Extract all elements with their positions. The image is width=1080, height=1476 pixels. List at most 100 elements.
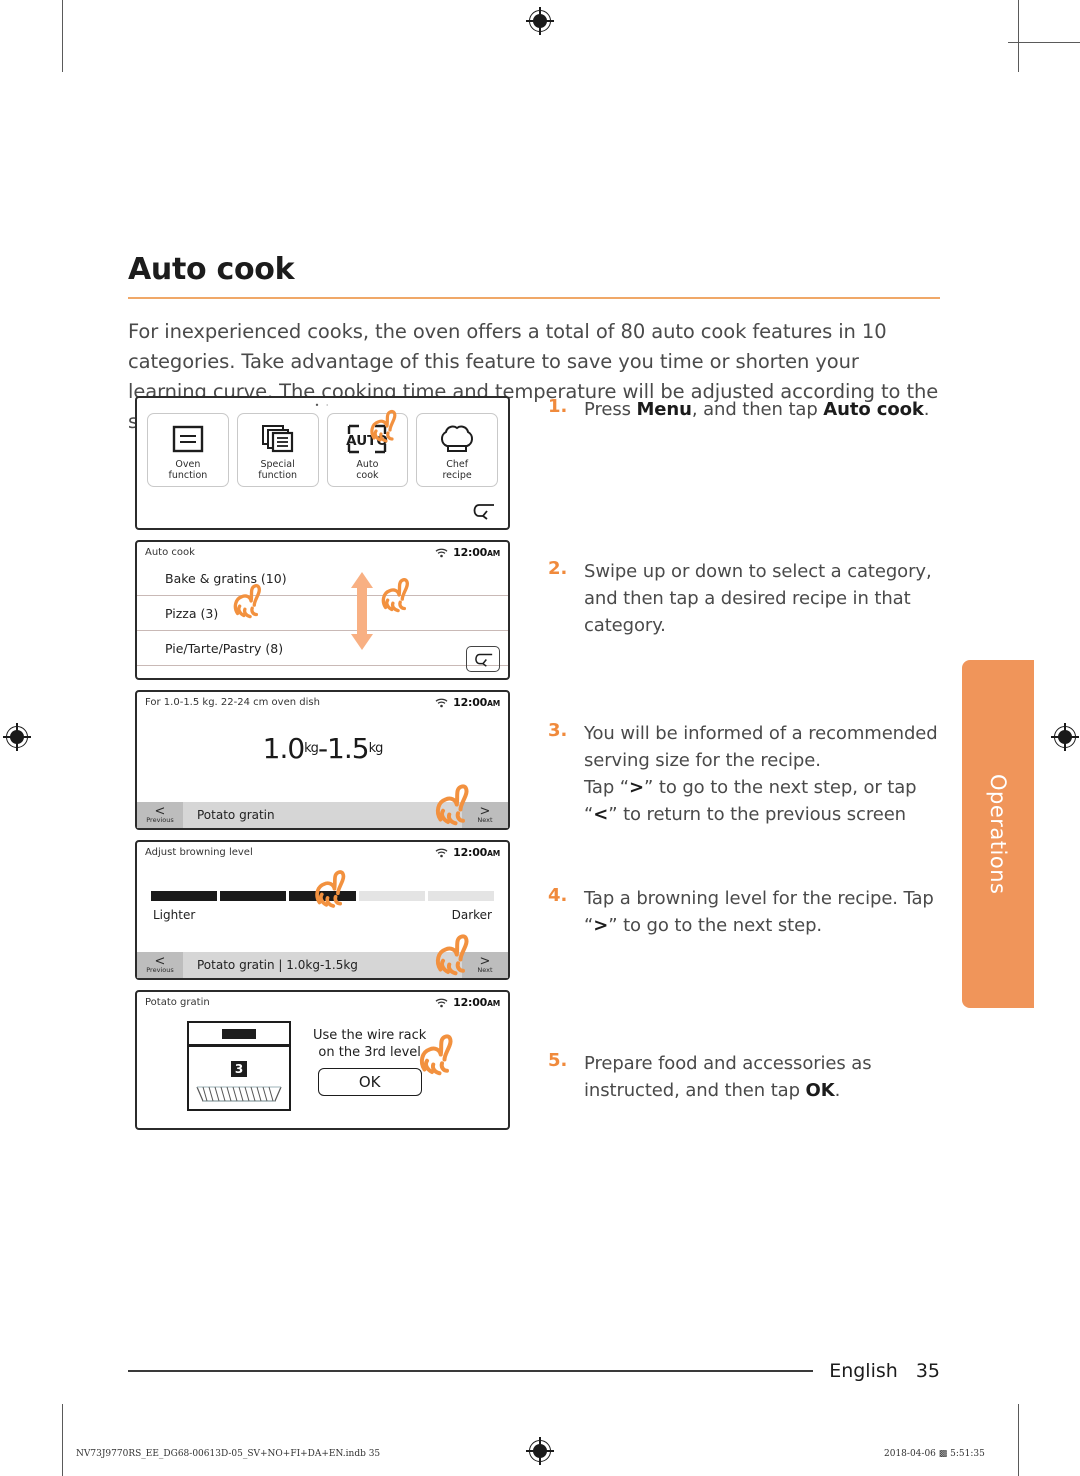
previous-button[interactable]: < Previous <box>137 802 183 828</box>
print-filename-mark: NV73J9770RS_EE_DG68-00613D-05_SV+NO+FI+D… <box>76 1449 381 1459</box>
serving-size-max: 1.5 <box>327 731 370 765</box>
menu-button-oven-function[interactable]: Oven function <box>147 413 229 487</box>
page-footer: English 35 <box>128 1360 940 1382</box>
menu-label-line1: Oven <box>175 459 201 470</box>
chef-hat-icon <box>439 421 475 457</box>
panel-main-menu: • · Oven function Special function AUTO … <box>135 396 510 530</box>
step-text: Tap a browning level for the recipe. Tap… <box>584 888 934 936</box>
status-area: 12:00AM <box>435 996 500 1009</box>
wifi-icon <box>435 698 448 707</box>
registration-mark-bottom <box>526 1437 554 1465</box>
title-underline <box>128 297 940 299</box>
navbar-title: Potato gratin | 1.0kg-1.5kg <box>197 958 358 972</box>
menu-button-label: Oven function <box>168 459 207 481</box>
step-item-5: 5. Prepare food and accessories as instr… <box>548 1050 940 1104</box>
clock-time: 12:00 <box>453 696 488 709</box>
screen-header: Potato gratin 12:00AM <box>137 992 508 1011</box>
print-timestamp-mark: 2018-04-06 ▩ 5:51:35 <box>884 1449 985 1459</box>
menu-label-line2: function <box>168 470 208 481</box>
status-area: 12:00AM <box>435 546 500 559</box>
menu-button-row: Oven function Special function AUTO Auto… <box>147 409 498 487</box>
tap-hand-icon <box>369 409 396 443</box>
registration-mark-top <box>526 7 554 35</box>
screen-title: Potato gratin <box>145 997 210 1008</box>
footer-page-number: 35 <box>915 1360 940 1382</box>
clock-ampm: AM <box>487 699 500 708</box>
step-number: 5. <box>548 1050 568 1071</box>
crop-mark-bottom-right <box>1018 1404 1019 1476</box>
serving-size-dash: - <box>317 731 328 765</box>
step-text: Swipe up or down to select a category, a… <box>584 561 932 636</box>
previous-caption: Previous <box>146 816 174 824</box>
ok-button[interactable]: OK <box>317 1068 422 1096</box>
panel-serving-size: For 1.0-1.5 kg. 22-24 cm oven dish 12:00… <box>135 690 510 830</box>
menu-label-line2: function <box>258 470 298 481</box>
list-item[interactable]: Bake & gratins (10) <box>137 561 508 596</box>
status-area: 12:00AM <box>435 696 500 709</box>
status-area: 12:00AM <box>435 846 500 859</box>
menu-button-special-function[interactable]: Special function <box>236 413 319 487</box>
screen-header: Adjust browning level 12:00AM <box>137 842 508 861</box>
back-arrow-icon[interactable] <box>470 502 496 524</box>
step-number: 2. <box>548 558 568 579</box>
menu-button-label: Special function <box>258 459 297 481</box>
tap-hand-icon <box>233 584 261 619</box>
step-number: 3. <box>548 720 568 741</box>
tap-hand-icon <box>381 578 409 613</box>
browning-segment[interactable] <box>220 891 287 901</box>
tap-hand-icon <box>435 934 469 976</box>
crop-mark-top-right <box>1018 0 1019 72</box>
clock-time: 12:00 <box>453 846 488 859</box>
serving-size-min-unit: kg <box>304 740 319 756</box>
serving-size-max-unit: kg <box>368 740 384 756</box>
illustration-column: • · Oven function Special function AUTO … <box>135 396 510 1140</box>
rack-level-badge: 3 <box>231 1061 247 1077</box>
step-item-4: 4. Tap a browning level for the recipe. … <box>548 885 940 939</box>
special-function-icon <box>261 421 295 457</box>
step-text: Prepare food and accessories as instruct… <box>584 1053 872 1101</box>
serving-size-min: 1.0 <box>262 731 306 765</box>
step-text: You will be informed of a recommended se… <box>584 723 938 825</box>
oven-cavity: 3 <box>187 1045 291 1111</box>
tap-hand-icon <box>315 870 346 908</box>
browning-segment[interactable] <box>427 891 495 901</box>
menu-button-auto-cook[interactable]: AUTO Auto cook <box>326 409 409 487</box>
list-item[interactable]: Pizza (3) <box>137 596 508 631</box>
oven-function-icon <box>172 421 204 457</box>
clock-ampm: AM <box>487 549 500 558</box>
wifi-icon <box>435 848 448 857</box>
step-number: 4. <box>548 885 568 906</box>
clock: 12:00AM <box>453 696 500 709</box>
list-item[interactable]: Pie/Tarte/Pastry (8) <box>137 631 508 666</box>
clock: 12:00AM <box>453 996 500 1009</box>
clock: 12:00AM <box>453 546 500 559</box>
registration-mark-left <box>3 723 31 751</box>
navbar-title: Potato gratin <box>197 808 275 822</box>
tap-hand-icon <box>419 1034 453 1076</box>
swipe-up-down-arrow-icon <box>349 572 375 654</box>
step-item-1: 1. Press Menu, and then tap Auto cook. <box>548 396 940 423</box>
menu-label-line2: recipe <box>442 470 472 481</box>
back-arrow-icon[interactable] <box>466 646 500 672</box>
crop-mark-top-right-h <box>1008 42 1080 43</box>
previous-button[interactable]: < Previous <box>137 952 183 978</box>
crop-mark-bottom-left <box>62 1404 63 1476</box>
menu-button-chef-recipe[interactable]: Chef recipe <box>416 413 498 487</box>
wire-rack-icon <box>196 1086 282 1102</box>
oven-display-bar <box>222 1028 256 1039</box>
panel-category-list: Auto cook 12:00AM Bake & gratins (10) Pi… <box>135 540 510 680</box>
screen-header: For 1.0-1.5 kg. 22-24 cm oven dish 12:00… <box>137 692 508 711</box>
manual-page: Auto cook For inexperienced cooks, the o… <box>0 0 1080 1476</box>
menu-label-line1: Chef <box>446 459 469 470</box>
panel-wire-rack: Potato gratin 12:00AM 3 Use the wire rac… <box>135 990 510 1130</box>
panel-browning-level: Adjust browning level 12:00AM Lighter Da… <box>135 840 510 980</box>
wifi-icon <box>435 998 448 1007</box>
browning-segment[interactable] <box>151 891 218 901</box>
browning-segment[interactable] <box>358 891 425 901</box>
section-side-tab: Operations <box>962 660 1034 1008</box>
tap-hand-icon <box>435 784 469 826</box>
page-title: Auto cook <box>128 252 295 287</box>
step-text: Press Menu, and then tap Auto cook. <box>584 399 930 420</box>
clock-ampm: AM <box>487 849 500 858</box>
browning-label-darker: Darker <box>451 908 492 922</box>
